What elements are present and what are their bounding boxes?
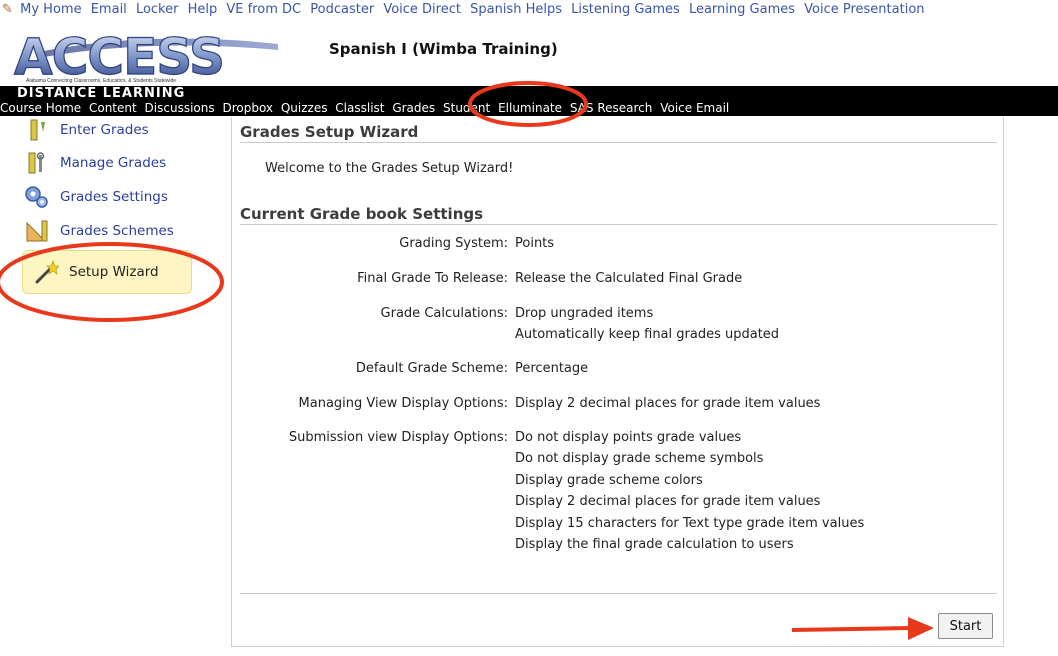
sidebar-item-label: Manage Grades (60, 155, 167, 171)
setting-value-final-grade-release: Release the Calculated Final Grade (515, 268, 742, 289)
ruler-wrench-icon (22, 151, 52, 175)
top-link-locker[interactable]: Locker (136, 2, 179, 17)
nav-voice-email[interactable]: Voice Email (660, 101, 729, 115)
setting-value-default-grade-scheme: Percentage (515, 358, 588, 379)
setting-value-submission-view: Do not display points grade values Do no… (515, 427, 864, 555)
welcome-text: Welcome to the Grades Setup Wizard! (265, 161, 514, 176)
nav-sas-research[interactable]: SAS Research (570, 101, 653, 115)
setting-value-line: Drop ungraded items (515, 306, 654, 321)
distance-learning-label: DISTANCE LEARNING (17, 86, 186, 101)
setting-value-grade-calculations: Drop ungraded items Automatically keep f… (515, 303, 779, 346)
sidebar-item-grades-schemes[interactable]: Grades Schemes (22, 217, 174, 245)
top-link-my-home[interactable]: My Home (20, 2, 81, 17)
sidebar-item-label: Grades Schemes (60, 223, 174, 239)
setting-value-line: Do not display points grade values (515, 430, 742, 445)
setting-label-default-grade-scheme: Default Grade Scheme: (355, 361, 508, 376)
top-link-ve-from-dc[interactable]: VE from DC (226, 2, 301, 17)
setting-value-line: Display 2 decimal places for grade item … (515, 494, 821, 510)
sidebar-item-label: Grades Settings (60, 189, 168, 205)
top-link-email[interactable]: Email (91, 2, 127, 17)
top-link-learning-games[interactable]: Learning Games (689, 2, 795, 17)
start-button[interactable]: Start (938, 613, 993, 639)
setting-value-managing-view: Display 2 decimal places for grade item … (515, 393, 820, 414)
sidebar-item-manage-grades[interactable]: Manage Grades (22, 149, 166, 177)
logo-tagline: Alabama Connecting Classrooms, Educators… (26, 78, 177, 84)
nav-content[interactable]: Content (89, 101, 137, 115)
settings-title: Current Grade book Settings (240, 205, 484, 223)
wizard-panel (231, 117, 1004, 647)
top-link-voice-presentation[interactable]: Voice Presentation (804, 2, 924, 17)
nav-dropbox[interactable]: Dropbox (222, 101, 273, 115)
setting-value-line: Do not display grade scheme symbols (515, 451, 764, 467)
course-nav-bar: Course Home Content Discussions Dropbox … (0, 100, 1058, 116)
nav-course-home[interactable]: Course Home (0, 101, 81, 115)
setting-value-line: Display 15 characters for Text type grad… (515, 515, 865, 531)
access-logo: ACCESS Alabama Connecting Classrooms, Ed… (8, 22, 290, 88)
setting-label-grading-system: Grading System: (399, 236, 508, 251)
setting-value-line: Release the Calculated Final Grade (515, 271, 743, 286)
top-link-spanish-helps[interactable]: Spanish Helps (470, 2, 562, 17)
setting-value-line: Automatically keep final grades updated (515, 327, 780, 343)
nav-elluminate[interactable]: Elluminate (498, 101, 562, 115)
setting-label-grade-calculations: Grade Calculations: (380, 306, 508, 321)
setting-value-grading-system: Points (515, 233, 554, 254)
grades-sidebar: Enter Grades Manage Grades Grades Settin… (0, 116, 230, 656)
nav-quizzes[interactable]: Quizzes (281, 101, 328, 115)
sidebar-item-setup-wizard[interactable]: Setup Wizard (22, 250, 192, 294)
nav-grades[interactable]: Grades (392, 101, 435, 115)
setting-value-line: Display 2 decimal places for grade item … (515, 396, 821, 411)
footer-divider (240, 593, 997, 594)
setting-value-line: Display grade scheme colors (515, 472, 703, 488)
setting-label-final-grade-release: Final Grade To Release: (357, 271, 508, 286)
triangle-ruler-icon (22, 219, 52, 243)
setting-label-managing-view: Managing View Display Options: (298, 396, 508, 411)
top-links-bar: ✎ My Home Email Locker Help VE from DC P… (0, 0, 1058, 24)
gears-icon (22, 185, 52, 209)
top-link-voice-direct[interactable]: Voice Direct (383, 2, 461, 17)
setting-value-line: Display the final grade calculation to u… (515, 537, 794, 553)
nav-student[interactable]: Student (443, 101, 490, 115)
sidebar-item-enter-grades[interactable]: Enter Grades (22, 116, 149, 144)
top-link-help[interactable]: Help (188, 2, 218, 17)
top-link-podcaster[interactable]: Podcaster (310, 2, 374, 17)
setting-label-submission-view: Submission view Display Options: (288, 430, 508, 445)
pencil-icon: ✎ (2, 2, 13, 17)
sidebar-item-label: Enter Grades (60, 122, 149, 138)
settings-divider (240, 224, 997, 225)
setting-value-line: Points (515, 236, 555, 251)
nav-classlist[interactable]: Classlist (335, 101, 384, 115)
sidebar-item-label: Setup Wizard (69, 264, 159, 280)
course-title: Spanish I (Wimba Training) (329, 40, 558, 58)
title-divider (240, 142, 997, 143)
setting-value-line: Percentage (515, 361, 589, 376)
sidebar-item-grades-settings[interactable]: Grades Settings (22, 183, 168, 211)
nav-discussions[interactable]: Discussions (145, 101, 215, 115)
ruler-pencil-icon (22, 118, 52, 142)
page-title: Grades Setup Wizard (240, 123, 419, 141)
top-link-listening-games[interactable]: Listening Games (571, 2, 680, 17)
magic-wand-icon (31, 260, 61, 284)
